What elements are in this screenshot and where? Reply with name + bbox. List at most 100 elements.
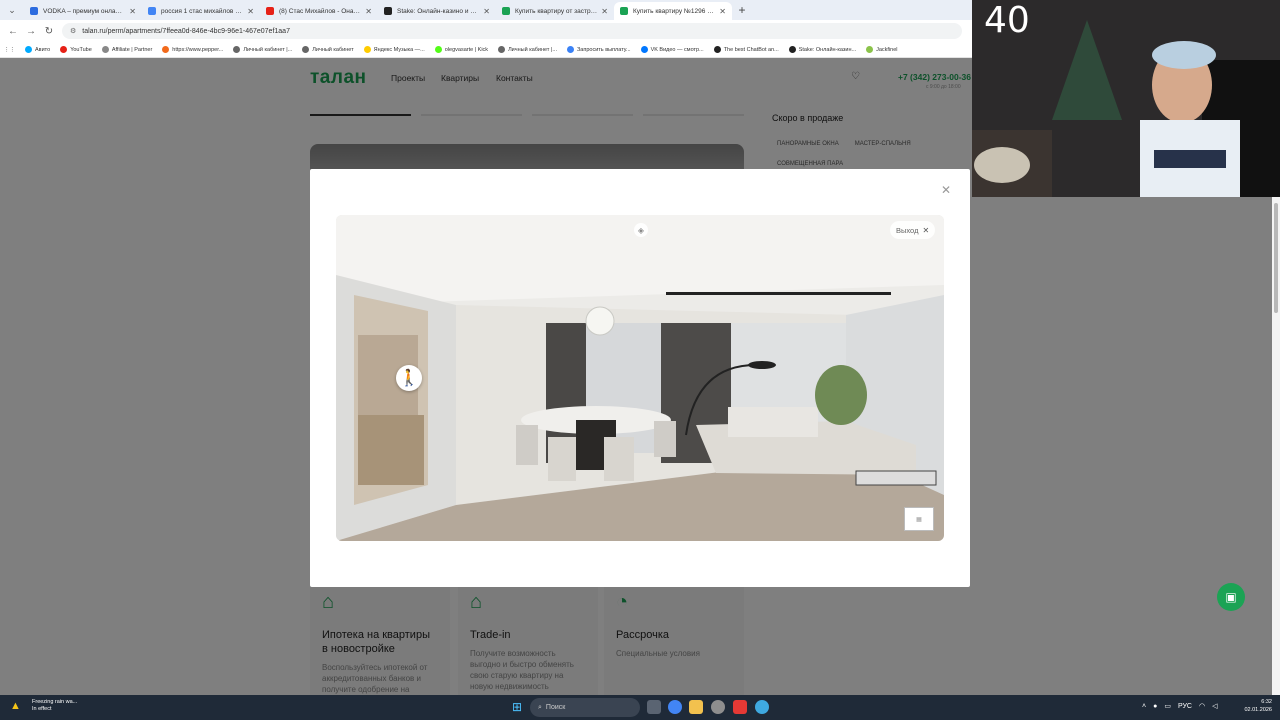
display-icon[interactable]: ▭ <box>1164 702 1171 710</box>
browser-tab[interactable]: россия 1 стас михайлов – Пои ✕ <box>142 2 260 20</box>
bookmark-label: Личный кабинет |... <box>508 46 557 53</box>
chrome-icon[interactable] <box>668 700 682 714</box>
bookmark-item[interactable]: Авито <box>25 46 50 53</box>
browser-tab[interactable]: VODKA – премиум онлайн-каз ✕ <box>24 2 142 20</box>
tab-title: Stake: Онлайн-казино и ставк <box>397 7 480 15</box>
browser-tab[interactable]: Купить квартиру от застройщ ✕ <box>496 2 614 20</box>
tab-title: (8) Стас Михайлов - Она (Гол <box>279 7 362 15</box>
tab-close-icon[interactable]: ✕ <box>247 7 254 16</box>
language-indicator[interactable]: РУС <box>1178 703 1192 710</box>
tray-chevron-icon[interactable]: ˄ <box>1142 703 1146 710</box>
bookmark-label: YouTube <box>70 46 92 53</box>
scrollbar-thumb[interactable] <box>1274 203 1278 313</box>
tour-compass-icon[interactable]: ◈ <box>634 223 648 237</box>
clock-time: 6:32 <box>1261 699 1272 705</box>
bookmark-favicon-icon <box>101 46 109 53</box>
taskbar-clock[interactable]: 6:32 02.01.2026 <box>1240 698 1272 714</box>
webcam-overlay: 40 <box>972 0 1280 197</box>
chat-bubble-icon[interactable]: ▣ <box>1217 583 1245 611</box>
tab-title: Купить квартиру №1296 в жи <box>633 7 716 15</box>
address-bar[interactable]: ⚙ talan.ru/perm/apartments/7ffeea0d-846e… <box>62 23 962 39</box>
bookmark-item[interactable]: VK Видео — смотр... <box>640 46 704 53</box>
tab-close-icon[interactable]: ✕ <box>719 7 726 16</box>
taskbar-search[interactable]: ⌕ Поиск <box>530 698 640 717</box>
bookmark-label: VK Видео — смотр... <box>650 46 704 53</box>
modal-close-icon[interactable]: ✕ <box>941 183 951 197</box>
bookmark-favicon-icon <box>434 46 442 53</box>
wifi-icon[interactable]: ◠ <box>1199 702 1205 710</box>
bookmark-item[interactable]: https://www.pepper... <box>162 46 223 53</box>
microphone-icon[interactable]: ● <box>1153 703 1157 710</box>
site-info-icon[interactable]: ⚙ <box>70 27 76 35</box>
bookmark-item[interactable]: Яндекс Музыка —... <box>363 46 425 53</box>
tab-favicon-icon <box>502 7 510 15</box>
virtual-tour-viewer[interactable]: ◈ Выход ✕ 🚶 ▦ <box>336 215 944 541</box>
browser-tab-active[interactable]: Купить квартиру №1296 в жи ✕ <box>614 2 732 20</box>
tab-favicon-icon <box>266 7 274 15</box>
start-windows-icon[interactable]: ⊞ <box>512 701 524 713</box>
bookmark-label: The best ChatBot an... <box>723 46 779 53</box>
bookmark-item[interactable]: Jackfinel <box>866 46 898 53</box>
close-icon: ✕ <box>922 225 930 235</box>
tab-search-icon[interactable]: ⌄ <box>4 2 20 18</box>
tour-exit-label: Выход <box>896 225 919 235</box>
obs-icon[interactable] <box>711 700 725 714</box>
new-tab-plus-icon[interactable]: + <box>734 2 750 18</box>
apps-grid-icon[interactable]: ⋮⋮ <box>4 47 15 53</box>
tab-title: россия 1 стас михайлов – Пои <box>161 7 243 15</box>
bookmark-label: Запросить выплату... <box>576 46 631 53</box>
browser-tab[interactable]: (8) Стас Михайлов - Она (Гол ✕ <box>260 2 378 20</box>
app-b-icon[interactable] <box>733 700 747 714</box>
bookmark-item[interactable]: Запросить выплату... <box>566 46 631 53</box>
back-arrow-icon[interactable]: ← <box>4 22 22 40</box>
bookmark-label: olegvasarte | Kick <box>444 46 489 53</box>
tab-close-icon[interactable]: ✕ <box>601 7 608 16</box>
tab-close-icon[interactable]: ✕ <box>365 7 372 16</box>
tab-title: VODKA – премиум онлайн-каз <box>43 7 126 15</box>
browser-tab-bar: ⌄ VODKA – премиум онлайн-каз ✕ россия 1 с… <box>0 0 972 20</box>
bookmark-favicon-icon <box>25 46 32 53</box>
tour-exit-button[interactable]: Выход ✕ <box>890 221 936 239</box>
task-view-icon[interactable] <box>647 700 661 714</box>
bookmark-item[interactable]: olegvasarte | Kick <box>434 46 489 53</box>
bookmark-item[interactable]: Affiliate | Partner <box>101 46 152 53</box>
bookmark-item[interactable]: Личный кабинет <box>302 46 354 53</box>
walk-mode-person-icon[interactable]: 🚶 <box>396 365 422 391</box>
tab-close-icon[interactable]: ✕ <box>483 7 490 16</box>
bookmark-favicon-icon <box>498 46 506 53</box>
bookmark-favicon-icon <box>866 46 874 53</box>
bookmark-item[interactable]: Личный кабинет |... <box>498 46 557 53</box>
volume-icon[interactable]: ◁ <box>1212 702 1217 710</box>
bookmark-item[interactable]: YouTube <box>60 46 92 53</box>
weather-widget[interactable]: ▲ Freezing rain wa... In effect <box>10 699 77 713</box>
tab-favicon-icon <box>30 7 38 15</box>
url-text: talan.ru/perm/apartments/7ffeea0d-846e-4… <box>82 27 290 35</box>
bookmark-label: Авито <box>35 46 51 53</box>
taskbar-search-placeholder: Поиск <box>545 704 566 711</box>
bookmark-item[interactable]: Личный кабинет |... <box>233 46 292 53</box>
page-scrollbar[interactable] <box>1272 197 1280 695</box>
telegram-icon[interactable] <box>755 700 769 714</box>
bookmark-label: Stake: Онлайн-казин... <box>798 46 857 53</box>
bookmark-label: https://www.pepper... <box>172 46 224 53</box>
tour-panorama <box>336 215 944 541</box>
system-tray: ˄ ● ▭ РУС ◠ ◁ <box>1142 702 1217 711</box>
tab-favicon-icon <box>620 7 628 15</box>
bookmark-item[interactable]: The best ChatBot an... <box>713 46 779 53</box>
browser-tab[interactable]: Stake: Онлайн-казино и ставк ✕ <box>378 2 496 20</box>
file-explorer-icon[interactable] <box>689 700 703 714</box>
tab-close-icon[interactable]: ✕ <box>129 7 136 16</box>
bookmark-favicon-icon <box>566 46 574 53</box>
forward-arrow-icon[interactable]: → <box>22 22 40 40</box>
floor-plan-thumbnail-icon[interactable]: ▦ <box>904 507 934 531</box>
bookmark-label: Jackfinel <box>876 46 898 53</box>
reload-icon[interactable]: ↻ <box>40 22 58 40</box>
tab-favicon-icon <box>148 7 156 15</box>
bookmark-favicon-icon <box>640 46 648 53</box>
viewer-count: 40 <box>984 0 1030 41</box>
bookmarks-bar: ⋮⋮ Авито YouTube Affiliate | Partner https:/… <box>0 42 972 58</box>
weather-line-2: In effect <box>32 706 52 712</box>
bookmark-item[interactable]: Stake: Онлайн-казин... <box>788 46 857 53</box>
bookmark-label: Яндекс Музыка —... <box>373 46 425 53</box>
tab-title: Купить квартиру от застройщ <box>515 7 598 15</box>
